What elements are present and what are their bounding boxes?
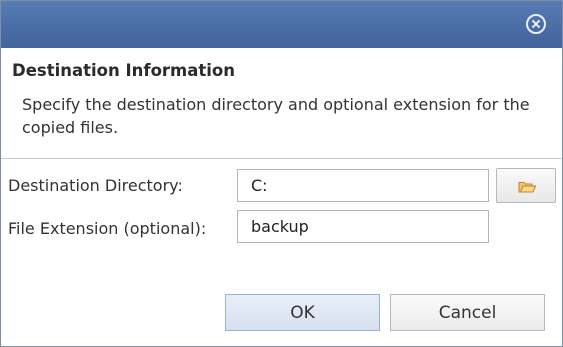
file-extension-input[interactable] [237, 210, 489, 243]
cancel-button[interactable]: Cancel [390, 294, 545, 331]
destination-dialog: Destination Information Specify the dest… [0, 0, 563, 347]
close-icon[interactable] [526, 14, 546, 34]
destination-directory-label: Destination Directory: [8, 176, 183, 195]
header-description: Specify the destination directory and op… [22, 95, 530, 137]
header-title: Destination Information [12, 61, 235, 80]
ok-button[interactable]: OK [225, 294, 380, 331]
dialog-header: Destination Information Specify the dest… [1, 48, 562, 159]
folder-open-icon [518, 182, 536, 193]
dialog-titlebar[interactable] [1, 1, 562, 48]
file-extension-label: File Extension (optional): [8, 219, 207, 238]
browse-folder-button[interactable] [496, 168, 556, 203]
destination-directory-input[interactable] [237, 169, 489, 202]
